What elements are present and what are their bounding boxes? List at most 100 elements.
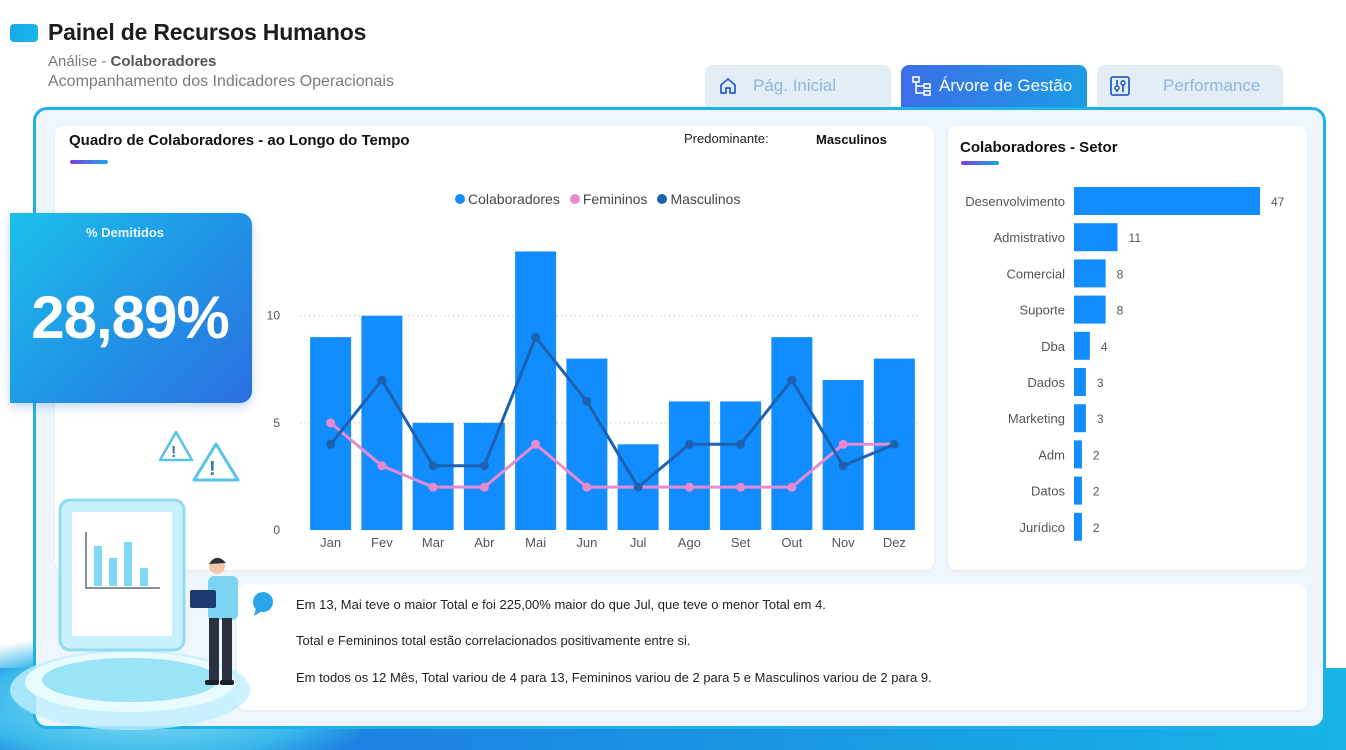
sector-label: Datos (1031, 484, 1065, 499)
hierarchy-icon (911, 75, 933, 97)
sector-bar (1074, 476, 1082, 505)
point-femininos (428, 482, 438, 492)
sector-bar (1074, 512, 1082, 541)
sector-label: Comercial (1006, 266, 1065, 281)
x-tick-label: Ago (678, 535, 701, 550)
bar-colaboradores (361, 315, 403, 530)
sector-value-label: 2 (1093, 485, 1100, 499)
sector-bar (1074, 295, 1106, 324)
point-femininos (531, 439, 541, 449)
point-masculinos (326, 439, 336, 449)
point-masculinos (684, 439, 694, 449)
title-marker (10, 24, 38, 42)
sector-label: Dados (1027, 375, 1065, 390)
headcount-chart: 0510Jan Fev Mar Abr Mai Jun Jul Ago Set Out Nov Dez (267, 251, 920, 550)
point-masculinos (479, 461, 489, 471)
sector-label: Dba (1041, 339, 1066, 354)
point-femininos (787, 482, 797, 492)
headcount-title-underline (70, 160, 108, 164)
x-tick-label: Mai (525, 535, 546, 550)
svg-text:!: ! (171, 444, 176, 461)
y-tick-label: 5 (273, 416, 280, 430)
point-masculinos (633, 482, 643, 492)
predominant-label: Predominante: (684, 131, 769, 146)
insight-text: Total e Femininos total estão correlacio… (296, 633, 691, 648)
kpi-label: % Demitidos (85, 225, 164, 240)
page-subtitle: Análise - Colaboradores (48, 53, 216, 70)
sector-title-underline (961, 161, 999, 165)
point-femininos (377, 461, 387, 471)
sector-bar (1074, 440, 1082, 469)
sector-chart-title: Colaboradores - Setor (960, 139, 1118, 156)
sector-label: Jurídico (1019, 520, 1065, 535)
sector-bar (1074, 187, 1260, 215)
legend-label: Colaboradores (468, 191, 560, 207)
sector-value-label: 11 (1129, 231, 1142, 245)
sector-chart: Desenvolvimento 47 Admistrativo 11 Comercial… (965, 187, 1285, 541)
sector-bar (1074, 223, 1118, 252)
analyst-illustration: ! ! (10, 430, 273, 730)
x-tick-label: Jan (320, 535, 341, 550)
page-title: Painel de Recursos Humanos (48, 19, 367, 45)
x-tick-label: Nov (832, 535, 856, 550)
sector-value-label: 3 (1097, 412, 1104, 426)
bar-colaboradores (668, 401, 710, 530)
x-tick-label: Jul (630, 535, 647, 550)
insight-text: Em 13, Mai teve o maior Total e foi 225,… (296, 597, 826, 612)
home-icon (717, 75, 739, 97)
x-tick-label: Out (781, 535, 802, 550)
point-masculinos (889, 439, 899, 449)
page-description: Acompanhamento dos Indicadores Operacion… (48, 73, 394, 90)
point-femininos (838, 439, 848, 449)
point-masculinos (838, 461, 848, 471)
subtitle-prefix: Análise - (48, 53, 111, 70)
point-femininos (326, 418, 336, 428)
point-masculinos (736, 439, 746, 449)
sector-bar (1074, 404, 1086, 433)
x-tick-label: Set (731, 535, 751, 550)
svg-text:!: ! (209, 458, 216, 480)
tab-performance[interactable]: Performance (1097, 65, 1283, 107)
tab-home[interactable]: Pág. Inicial (705, 65, 891, 107)
tab-management-tree[interactable]: Árvore de Gestão (901, 65, 1087, 107)
chart-legend: Colaboradores Femininos Masculinos (455, 191, 740, 207)
point-femininos (479, 482, 489, 492)
point-masculinos (787, 375, 797, 385)
sliders-icon (1109, 75, 1131, 97)
tab-home-label: Pág. Inicial (753, 76, 837, 95)
point-masculinos (428, 461, 438, 471)
x-tick-label: Abr (474, 535, 495, 550)
sector-label: Admistrativo (993, 230, 1065, 245)
point-masculinos (582, 396, 592, 406)
sector-value-label: 8 (1117, 267, 1124, 281)
sector-label: Suporte (1019, 303, 1065, 318)
point-femininos (684, 482, 694, 492)
legend-dot (657, 194, 668, 204)
y-tick-label: 10 (267, 309, 281, 323)
sector-value-label: 4 (1101, 340, 1108, 354)
x-tick-label: Mar (422, 535, 445, 550)
legend-dot (569, 194, 580, 204)
tab-management-tree-label: Árvore de Gestão (939, 76, 1073, 95)
point-masculinos (531, 332, 541, 342)
sector-label: Adm (1038, 447, 1065, 462)
tab-performance-label: Performance (1163, 76, 1261, 95)
legend-item-femininos[interactable]: Femininos (569, 191, 648, 207)
point-femininos (736, 482, 746, 492)
subtitle-bold: Colaboradores (110, 53, 217, 70)
sector-label: Desenvolvimento (965, 194, 1065, 209)
sector-value-label: 2 (1093, 521, 1100, 535)
x-tick-label: Fev (371, 535, 393, 550)
predominant-value: Masculinos (816, 132, 887, 147)
point-femininos (582, 482, 592, 492)
sector-bar (1074, 259, 1106, 288)
legend-label: Masculinos (670, 191, 741, 207)
sector-value-label: 8 (1117, 304, 1124, 318)
sector-value-label: 2 (1093, 448, 1100, 462)
legend-label: Femininos (582, 191, 648, 207)
sector-value-label: 47 (1271, 195, 1285, 209)
x-tick-label: Jun (576, 535, 597, 550)
legend-item-masculinos[interactable]: Masculinos (657, 191, 740, 207)
insight-text: Em todos os 12 Mês, Total variou de 4 pa… (296, 670, 932, 685)
legend-item-colaboradores[interactable]: Colaboradores (455, 191, 560, 207)
